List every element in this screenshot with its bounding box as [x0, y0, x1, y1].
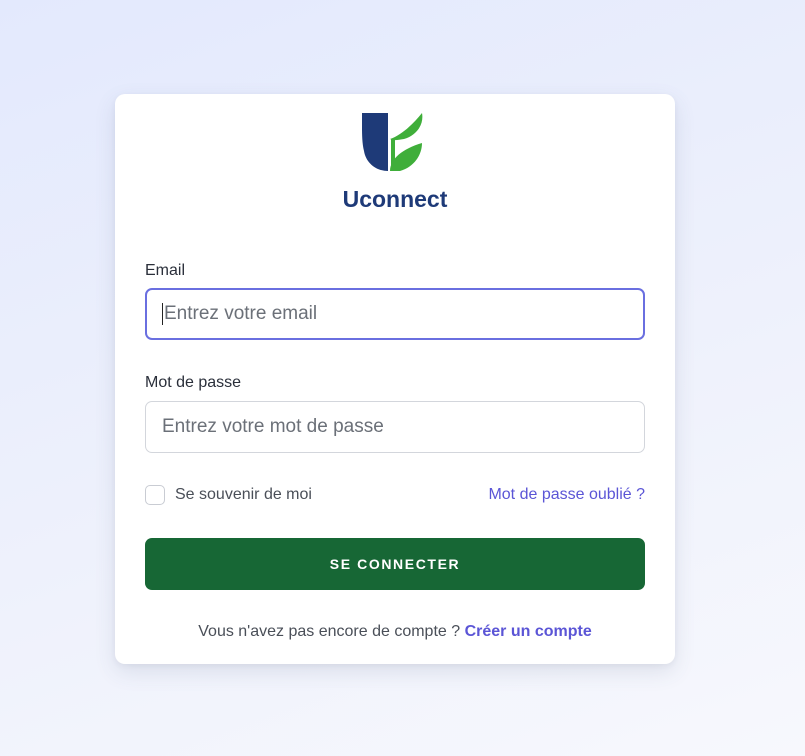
email-label: Email — [145, 262, 186, 279]
login-card: Uconnect Email Entrez votre email Mot de… — [115, 94, 675, 664]
password-placeholder: Entrez votre mot de passe — [162, 416, 384, 437]
remember-label: Se souvenir de moi — [175, 486, 312, 503]
text-caret — [162, 303, 163, 325]
shield-leaf-logo-icon — [362, 113, 423, 171]
email-placeholder: Entrez votre email — [164, 303, 318, 324]
create-account-link[interactable]: Créer un compte — [465, 623, 592, 640]
signup-prompt: Vous n'avez pas encore de compte ? Créer… — [115, 623, 675, 641]
login-button[interactable]: SE CONNECTER — [145, 538, 645, 590]
email-field[interactable]: Entrez votre email — [145, 288, 645, 340]
remember-me[interactable]: Se souvenir de moi — [145, 485, 312, 505]
forgot-password-link[interactable]: Mot de passe oublié ? — [488, 486, 645, 504]
brand-name: Uconnect — [342, 186, 448, 212]
password-field[interactable]: Entrez votre mot de passe — [145, 401, 645, 453]
password-label: Mot de passe — [145, 374, 242, 391]
remember-checkbox[interactable] — [145, 485, 165, 505]
signup-prompt-text: Vous n'avez pas encore de compte ? — [198, 623, 465, 640]
